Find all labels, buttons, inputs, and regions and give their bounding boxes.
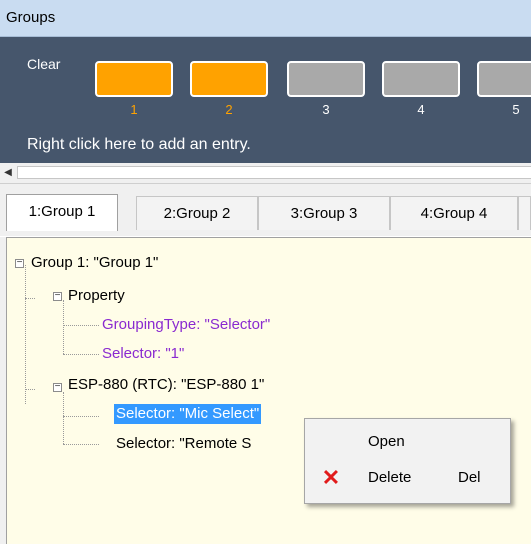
tree-node-group-1[interactable]: Group 1: "Group 1" bbox=[31, 253, 158, 273]
tab-overflow[interactable] bbox=[518, 196, 531, 230]
group-slot-3[interactable] bbox=[287, 61, 365, 97]
horizontal-scrollbar[interactable]: ◀ bbox=[0, 163, 531, 184]
tree-connector bbox=[63, 325, 99, 326]
menu-item-shortcut: Del bbox=[458, 469, 481, 486]
tree-node-property[interactable]: Property bbox=[68, 286, 125, 306]
scroll-left-arrow-icon[interactable]: ◀ bbox=[0, 163, 16, 183]
group-slot-1[interactable] bbox=[95, 61, 173, 97]
group-slot-2[interactable] bbox=[190, 61, 268, 97]
tree-connector bbox=[63, 416, 99, 417]
menu-item-label: Open bbox=[368, 433, 405, 450]
group-slot-5[interactable] bbox=[477, 61, 531, 97]
tree-connector bbox=[25, 389, 35, 390]
group-slot-number: 3 bbox=[322, 102, 330, 117]
tab-group-4[interactable]: 4:Group 4 bbox=[390, 196, 518, 230]
title-bar: Groups bbox=[0, 0, 531, 37]
tree-node-selector-1[interactable]: Selector: "1" bbox=[102, 344, 184, 364]
x-icon: ✕ bbox=[321, 465, 341, 490]
group-slot-number: 2 bbox=[225, 102, 233, 117]
tree-connector bbox=[63, 444, 99, 445]
group-slot-number: 1 bbox=[130, 102, 138, 117]
tree-connector bbox=[25, 265, 26, 404]
tree-connector bbox=[25, 298, 35, 299]
add-entry-hint: Right click here to add an entry. bbox=[27, 136, 251, 153]
collapse-icon[interactable]: − bbox=[53, 291, 62, 301]
groups-slot-panel[interactable]: Clear 1 2 3 4 5 Right click here to add … bbox=[0, 37, 531, 163]
context-menu: Open ✕ Delete Del bbox=[304, 418, 511, 504]
tree-connector bbox=[63, 354, 99, 355]
tab-group-2[interactable]: 2:Group 2 bbox=[136, 196, 258, 230]
collapse-icon[interactable]: − bbox=[53, 382, 62, 392]
group-slot-number: 5 bbox=[512, 102, 520, 117]
tree-connector bbox=[63, 392, 64, 444]
tab-group-3[interactable]: 3:Group 3 bbox=[258, 196, 390, 230]
menu-item-delete[interactable]: ✕ Delete Del bbox=[305, 462, 510, 494]
scrollbar-thumb[interactable] bbox=[17, 166, 531, 179]
menu-item-open[interactable]: Open bbox=[305, 426, 510, 458]
group-tabs: 1:Group 1 2:Group 2 3:Group 3 4:Group 4 bbox=[0, 184, 531, 236]
tree-node-esp-880[interactable]: ESP-880 (RTC): "ESP-880 1" bbox=[68, 375, 264, 395]
tree-node-grouping-type[interactable]: GroupingType: "Selector" bbox=[102, 315, 270, 335]
menu-item-label: Delete bbox=[368, 469, 412, 486]
clear-button[interactable]: Clear bbox=[27, 56, 60, 72]
window-title: Groups bbox=[6, 9, 56, 26]
group-slot-4[interactable] bbox=[382, 61, 460, 97]
tab-group-1[interactable]: 1:Group 1 bbox=[6, 194, 118, 231]
tree-connector bbox=[63, 300, 64, 354]
tree-node-mic-select[interactable]: Selector: "Mic Select" bbox=[114, 404, 262, 424]
group-slot-number: 4 bbox=[417, 102, 425, 117]
tree-node-remote-selector[interactable]: Selector: "Remote S bbox=[116, 434, 251, 454]
collapse-icon[interactable]: − bbox=[15, 258, 24, 268]
